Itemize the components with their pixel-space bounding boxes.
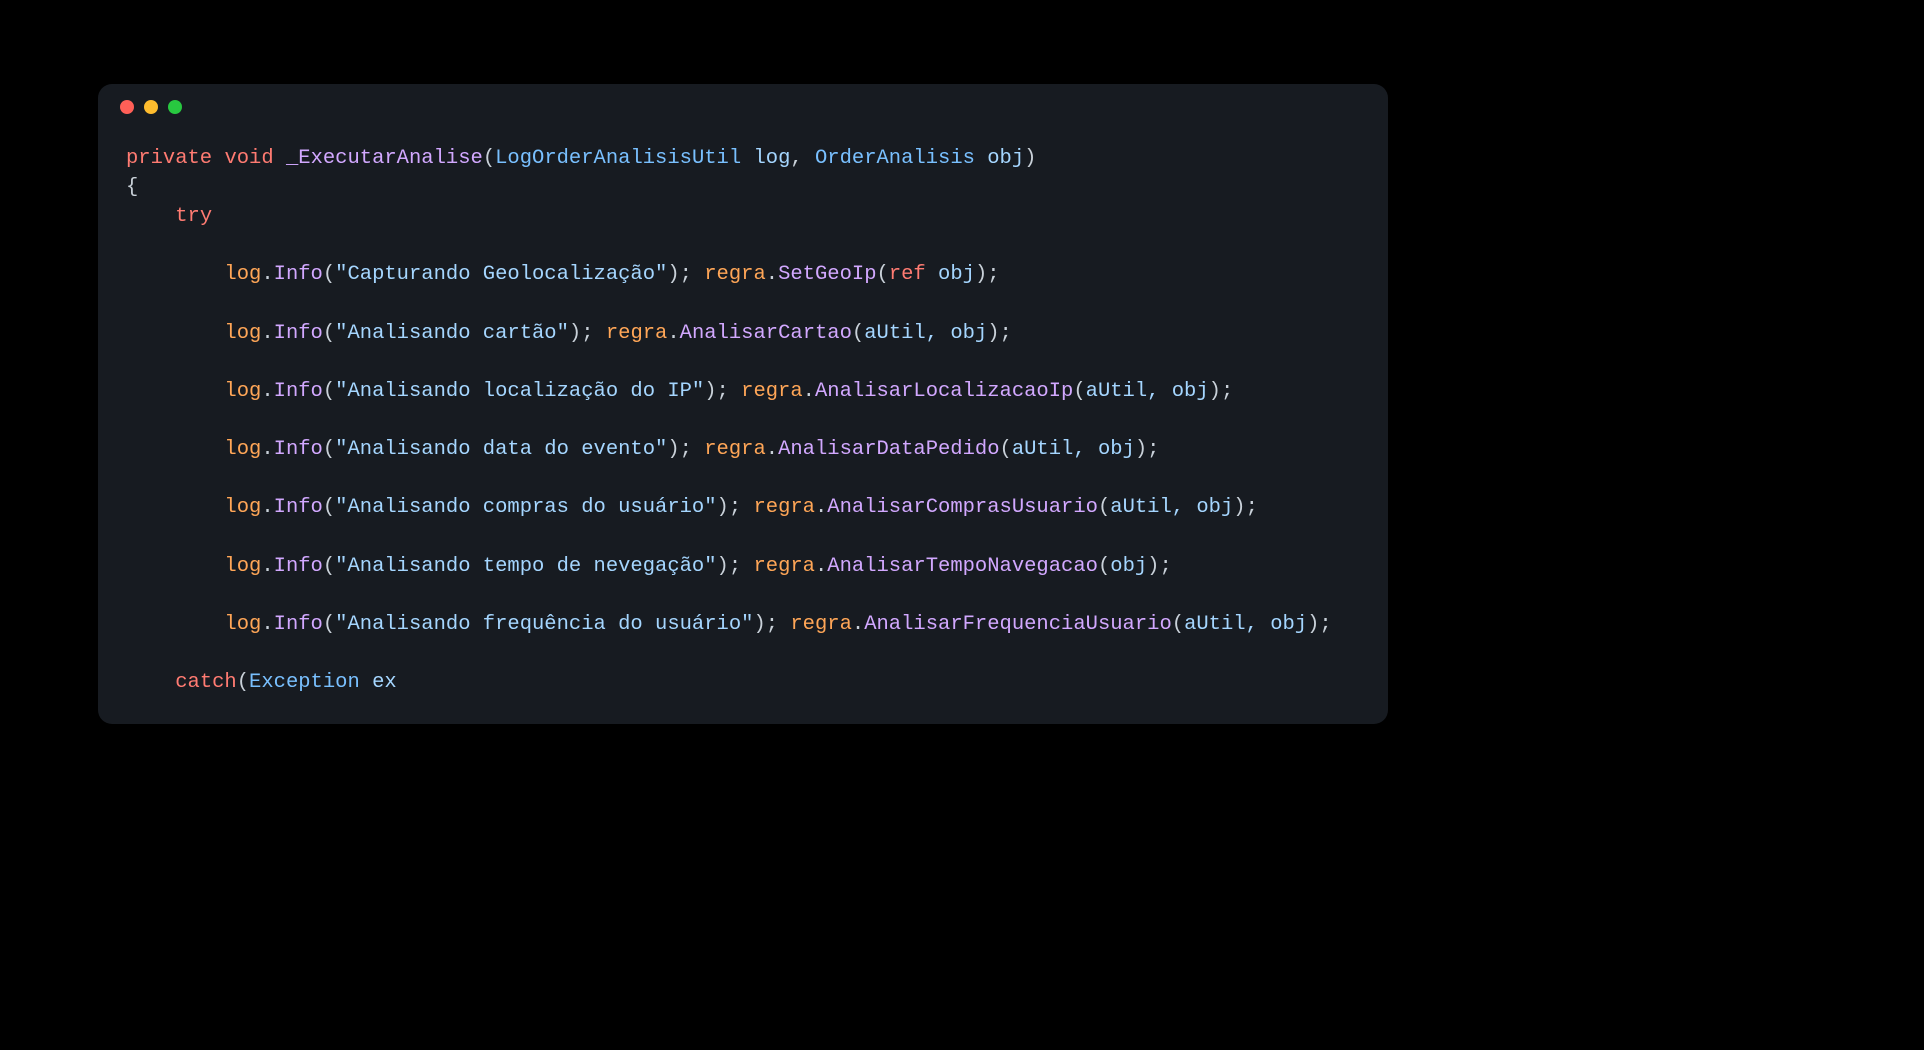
minimize-icon[interactable] [144,100,158,114]
code-editor[interactable]: private void _ExecutarAnalise(LogOrderAn… [98,130,1388,697]
maximize-icon[interactable] [168,100,182,114]
window-titlebar [98,84,1388,130]
close-icon[interactable] [120,100,134,114]
code-window: private void _ExecutarAnalise(LogOrderAn… [98,84,1388,724]
